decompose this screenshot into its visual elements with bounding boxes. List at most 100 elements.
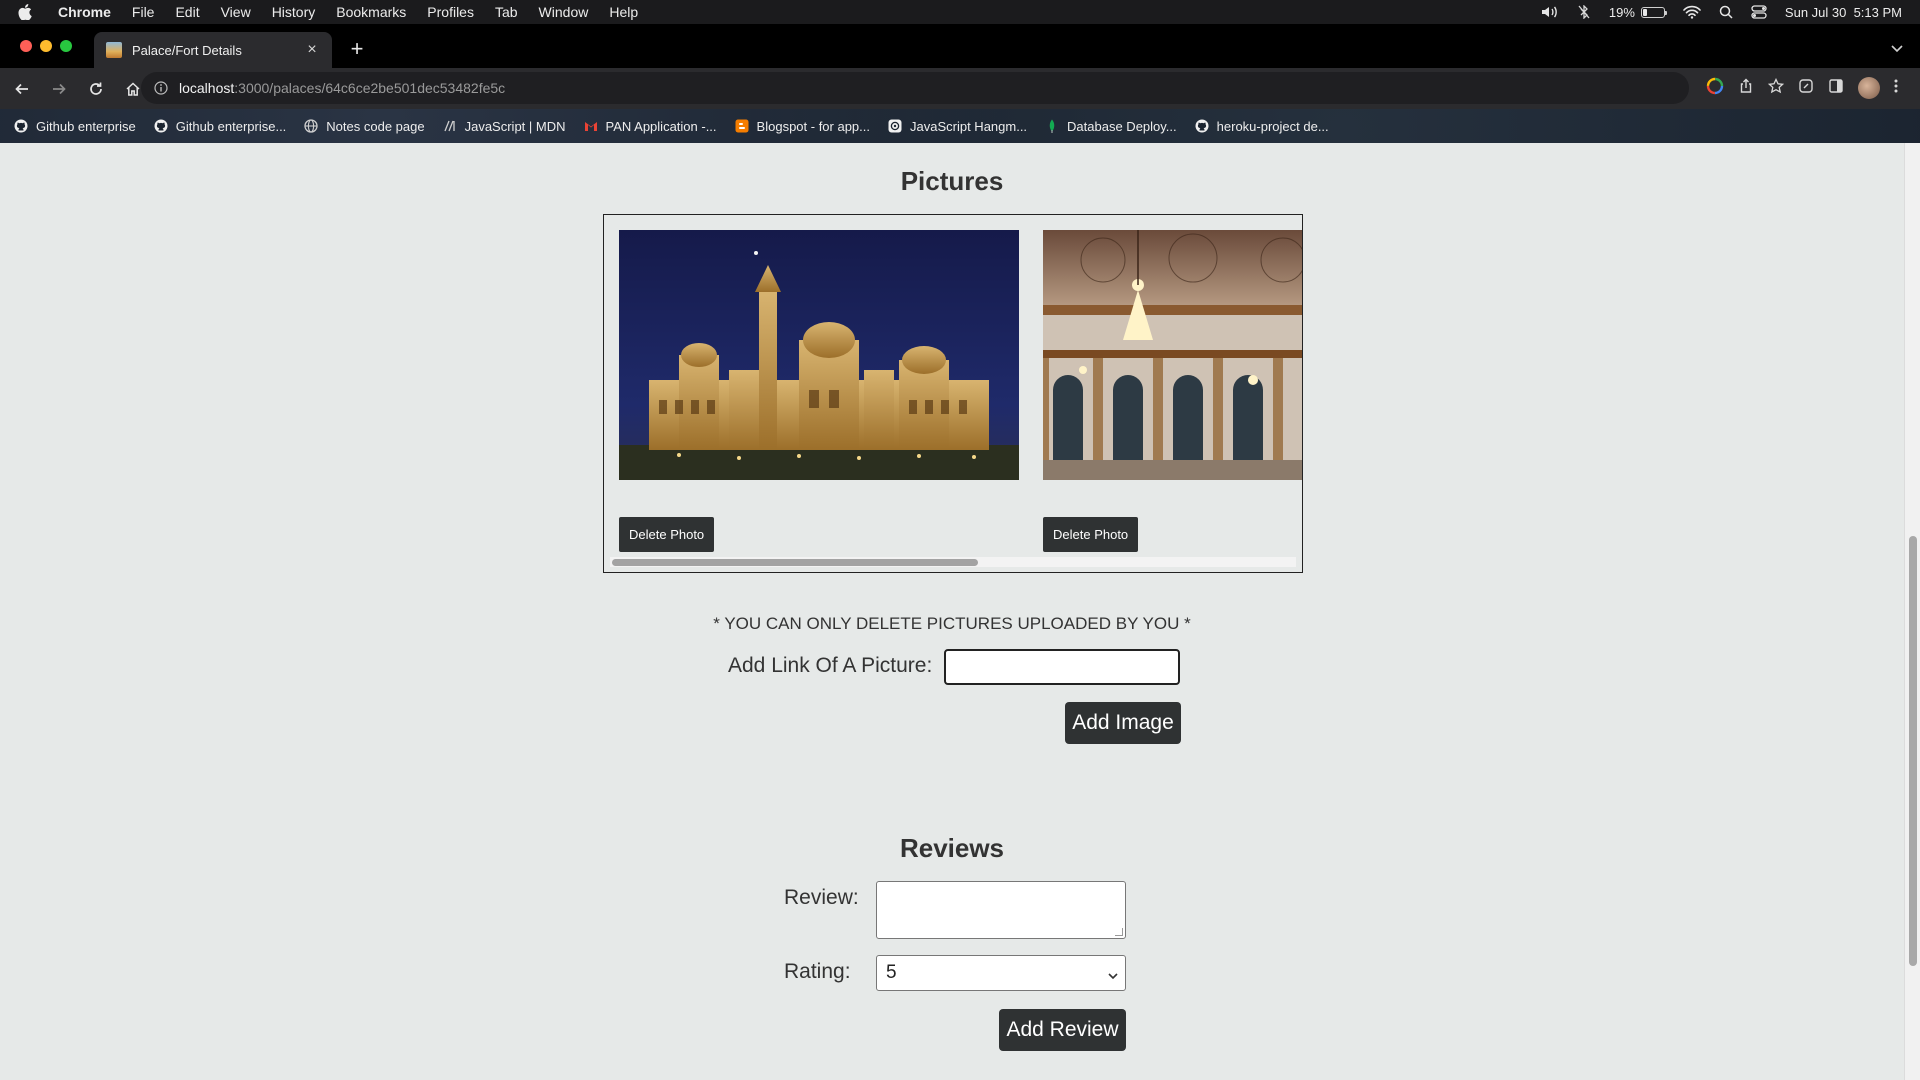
- bookmark-label: Notes code page: [326, 118, 425, 134]
- forward-arrow-icon: [53, 83, 66, 94]
- palace-interior-photo: [1043, 230, 1302, 480]
- battery-fill: [1642, 8, 1647, 16]
- mdn-icon: [443, 119, 457, 133]
- bookmark-label: heroku-project de...: [1216, 118, 1329, 134]
- github-icon: [14, 119, 28, 133]
- menubar-clock[interactable]: Sun Jul 30 5:13 PM: [1785, 5, 1902, 20]
- macos-menu-bar: Chrome File Edit View History Bookmarks …: [0, 0, 1920, 24]
- zoom-window-button[interactable]: [60, 40, 72, 52]
- window-controls: [20, 40, 72, 52]
- github-icon: [154, 119, 168, 133]
- rating-label: Rating:: [784, 960, 851, 983]
- reload-button[interactable]: [80, 73, 112, 105]
- github-icon: [1195, 119, 1209, 133]
- mongodb-leaf-icon: [1045, 119, 1059, 133]
- page-scrollbar[interactable]: [1904, 143, 1920, 1080]
- battery-indicator[interactable]: 19%: [1608, 4, 1667, 20]
- bookmark-label: PAN Application -...: [605, 118, 717, 134]
- close-window-button[interactable]: [20, 40, 32, 52]
- tab-title: Palace/Fort Details: [132, 42, 242, 58]
- bookmark-notes-code-page[interactable]: Notes code page: [304, 118, 425, 134]
- bookmark-label: Github enterprise...: [175, 118, 287, 134]
- gallery-scrollbar-thumb[interactable]: [612, 559, 978, 566]
- menu-app-name[interactable]: Chrome: [58, 4, 111, 20]
- openai-icon: [888, 119, 902, 133]
- bookmark-label: Blogspot - for app...: [756, 118, 870, 134]
- tab-palace-fort-details[interactable]: Palace/Fort Details ×: [94, 32, 332, 68]
- bookmark-label: Database Deploy...: [1067, 118, 1177, 134]
- photo-card: Delete Photo: [619, 230, 1019, 552]
- minimize-window-button[interactable]: [40, 40, 52, 52]
- browser-toolbar: localhost:3000/palaces/64c6ce2be501dec53…: [0, 68, 1920, 109]
- tab-search-chevron-icon[interactable]: [1890, 40, 1904, 58]
- menu-history[interactable]: History: [272, 4, 316, 20]
- home-icon: [126, 81, 140, 96]
- toolbar-actions: [1706, 72, 1898, 104]
- extensions-icon[interactable]: [1798, 78, 1814, 99]
- address-bar[interactable]: localhost:3000/palaces/64c6ce2be501dec53…: [141, 72, 1689, 104]
- picture-link-input[interactable]: [944, 649, 1180, 685]
- bookmark-database-deploy[interactable]: Database Deploy...: [1045, 119, 1177, 134]
- google-lens-icon[interactable]: [1706, 77, 1724, 100]
- bookmark-github-enterprise[interactable]: Github enterprise: [14, 119, 136, 134]
- pictures-heading: Pictures: [900, 166, 1004, 196]
- rating-select[interactable]: 5: [876, 955, 1126, 991]
- bookmark-javascript-mdn[interactable]: JavaScript | MDN: [443, 119, 566, 134]
- reviews-heading: Reviews: [899, 833, 1005, 863]
- back-arrow-icon: [15, 83, 28, 94]
- bookmark-github-enterprise-2[interactable]: Github enterprise...: [154, 118, 287, 134]
- menu-bookmarks[interactable]: Bookmarks: [336, 4, 406, 20]
- profile-avatar[interactable]: [1858, 77, 1880, 99]
- bookmark-blogspot[interactable]: Blogspot - for app...: [735, 119, 870, 134]
- bookmark-pan-application[interactable]: PAN Application -...: [584, 119, 717, 134]
- volume-icon[interactable]: [1541, 5, 1559, 19]
- review-textarea[interactable]: [876, 881, 1126, 939]
- share-icon[interactable]: [1738, 78, 1754, 99]
- resize-grip-icon[interactable]: [1115, 928, 1123, 936]
- menu-help[interactable]: Help: [609, 4, 638, 20]
- bookmark-javascript-hangman[interactable]: JavaScript Hangm...: [888, 119, 1027, 134]
- photo-card: Delete Photo: [1043, 230, 1302, 552]
- reload-icon: [90, 82, 102, 95]
- menu-window[interactable]: Window: [539, 4, 589, 20]
- menu-view[interactable]: View: [221, 4, 251, 20]
- tab-close-icon[interactable]: ×: [304, 41, 320, 59]
- chrome-menu-icon[interactable]: [1894, 78, 1898, 99]
- add-review-button[interactable]: Add Review: [999, 1009, 1126, 1051]
- bookmarks-bar: Github enterprise Github enterprise... N…: [0, 109, 1920, 143]
- control-center-icon[interactable]: [1751, 5, 1767, 19]
- bookmark-star-icon[interactable]: [1767, 77, 1785, 99]
- bookmark-label: JavaScript Hangm...: [910, 118, 1028, 134]
- gallery-horizontal-scrollbar[interactable]: [610, 557, 1296, 567]
- menubar-status-area: 19% Sun Jul 30 5:13 PM: [1541, 0, 1902, 24]
- add-link-label: Add Link Of A Picture:: [728, 654, 933, 677]
- rating-selected-value: 5: [886, 962, 897, 983]
- bluetooth-off-icon[interactable]: [1577, 5, 1591, 19]
- battery-icon: [1640, 6, 1667, 18]
- menu-edit[interactable]: Edit: [175, 4, 199, 20]
- bookmark-heroku-project[interactable]: heroku-project de...: [1195, 119, 1329, 134]
- menu-file[interactable]: File: [132, 4, 155, 20]
- delete-photo-button[interactable]: Delete Photo: [1043, 517, 1139, 552]
- side-panel-icon[interactable]: [1828, 78, 1844, 99]
- delete-permission-note: * YOU CAN ONLY DELETE PICTURES UPLOADED …: [713, 614, 1191, 633]
- page-scrollbar-thumb[interactable]: [1909, 536, 1917, 966]
- url-path: :3000/palaces/64c6ce2be501dec53482fe5c: [234, 80, 506, 96]
- palace-night-photo: [619, 230, 1019, 480]
- wifi-icon[interactable]: [1683, 5, 1701, 19]
- photo-gallery: Delete Photo Delete Photo: [603, 214, 1303, 573]
- spotlight-search-icon[interactable]: [1719, 5, 1733, 19]
- menu-profiles[interactable]: Profiles: [427, 4, 474, 20]
- new-tab-button[interactable]: +: [346, 36, 368, 62]
- globe-icon: [304, 119, 318, 133]
- menu-tab[interactable]: Tab: [495, 4, 518, 20]
- delete-photo-button[interactable]: Delete Photo: [619, 517, 715, 552]
- bookmark-label: Github enterprise: [36, 118, 136, 134]
- back-button[interactable]: [6, 73, 38, 105]
- forward-button[interactable]: [43, 73, 75, 105]
- bookmark-label: JavaScript | MDN: [464, 118, 566, 134]
- add-image-button[interactable]: Add Image: [1065, 702, 1181, 744]
- battery-percent: 19%: [1608, 4, 1635, 20]
- apple-menu-icon[interactable]: [18, 4, 36, 20]
- site-info-icon[interactable]: [153, 80, 169, 96]
